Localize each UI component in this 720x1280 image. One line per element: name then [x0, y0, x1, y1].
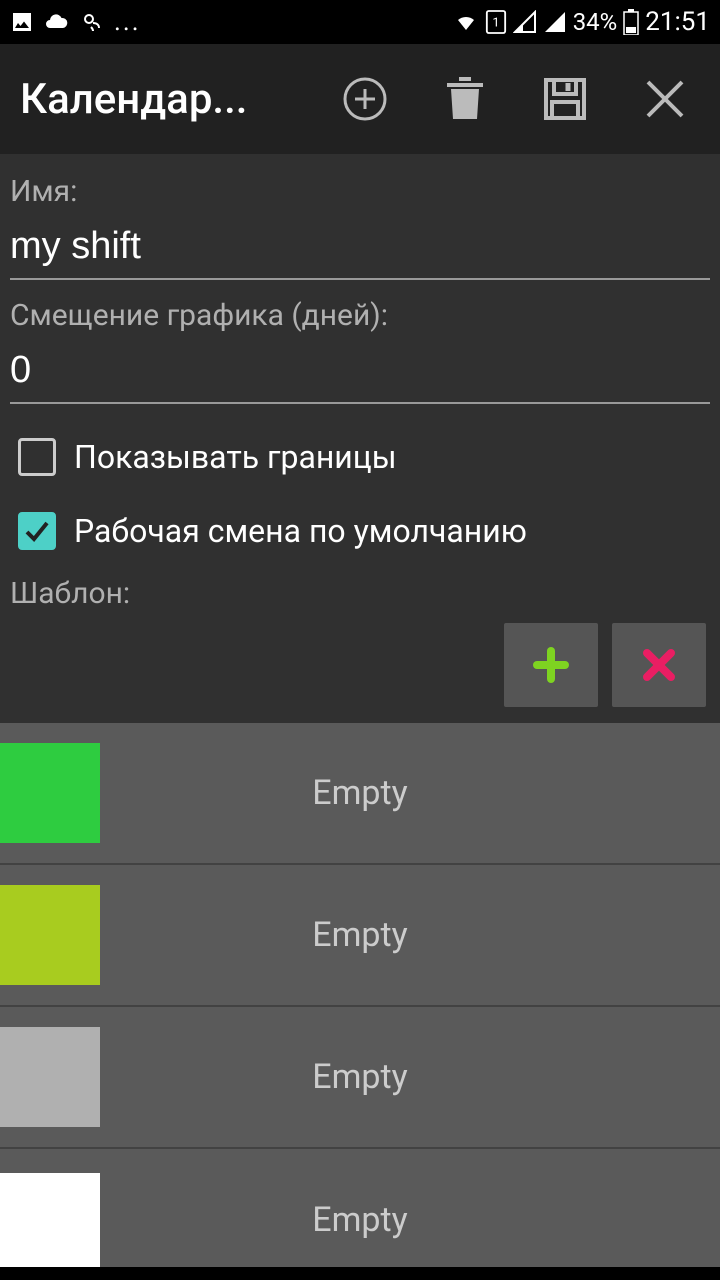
default-shift-label: Рабочая смена по умолчанию: [74, 512, 527, 550]
plus-circle-icon: [341, 75, 389, 123]
offset-input[interactable]: [10, 341, 710, 404]
list-item[interactable]: Empty: [0, 1007, 720, 1149]
color-swatch: [0, 743, 100, 843]
pattern-add-button[interactable]: [504, 623, 598, 707]
pattern-list: Empty Empty Empty Empty: [0, 723, 720, 1267]
page-title: Календар...: [20, 75, 340, 124]
close-icon: [644, 78, 686, 120]
show-borders-checkbox[interactable]: [18, 438, 56, 476]
color-swatch: [0, 1173, 100, 1267]
delete-button[interactable]: [440, 74, 490, 124]
item-label: Empty: [100, 915, 720, 955]
plus-icon: [531, 645, 571, 685]
status-right: 1 34% 21:51: [453, 7, 710, 37]
default-shift-row[interactable]: Рабочая смена по умолчанию: [10, 494, 710, 568]
item-label: Empty: [100, 1057, 720, 1097]
svg-text:1: 1: [492, 16, 499, 31]
more-icon: ...: [114, 7, 141, 37]
battery-percent: 34%: [573, 8, 618, 36]
wifi-icon: [453, 10, 479, 34]
list-item[interactable]: Empty: [0, 865, 720, 1007]
item-label: Empty: [100, 1200, 720, 1240]
battery-icon: [623, 9, 639, 35]
trash-icon: [443, 75, 487, 123]
status-left: ...: [10, 7, 141, 37]
app-bar: Календар...: [0, 44, 720, 154]
pattern-remove-button[interactable]: [612, 623, 706, 707]
cloud-icon: [42, 10, 70, 34]
offset-label: Смещение графика (дней):: [10, 298, 710, 333]
color-swatch: [0, 1027, 100, 1127]
list-item[interactable]: Empty: [0, 723, 720, 865]
close-button[interactable]: [640, 74, 690, 124]
name-input[interactable]: [10, 217, 710, 280]
item-label: Empty: [100, 773, 720, 813]
show-borders-row[interactable]: Показывать границы: [10, 420, 710, 494]
signal2-icon: [543, 10, 567, 34]
name-label: Имя:: [10, 174, 710, 209]
save-button[interactable]: [540, 74, 590, 124]
save-icon: [542, 76, 588, 122]
form-content: Имя: Смещение графика (дней): Показывать…: [0, 154, 720, 723]
sim-icon: 1: [485, 9, 507, 35]
check-icon: [23, 517, 51, 545]
x-icon: [640, 646, 678, 684]
default-shift-checkbox[interactable]: [18, 512, 56, 550]
image-icon: [10, 10, 34, 34]
pattern-label: Шаблон:: [10, 576, 710, 611]
clock: 21:51: [645, 7, 710, 37]
show-borders-label: Показывать границы: [74, 438, 397, 476]
add-button[interactable]: [340, 74, 390, 124]
list-item[interactable]: Empty: [0, 1149, 720, 1267]
status-bar: ... 1 34% 21:51: [0, 0, 720, 44]
color-swatch: [0, 885, 100, 985]
weather-icon: [78, 10, 106, 34]
signal1-icon: [513, 10, 537, 34]
